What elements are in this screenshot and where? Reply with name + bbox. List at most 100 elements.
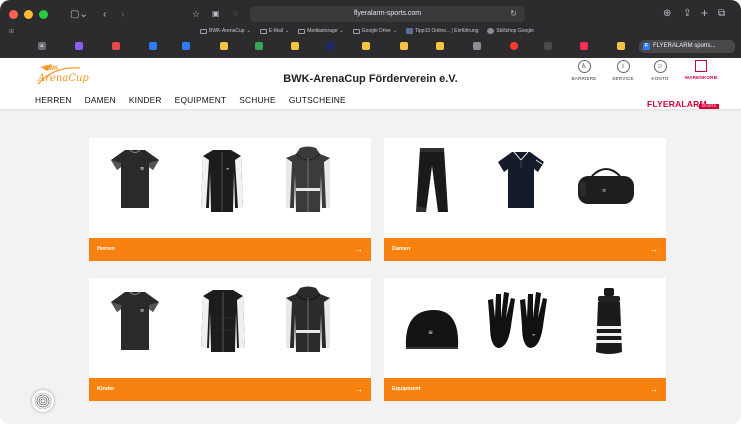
cart-label: WARENKORB: [684, 75, 718, 80]
tab-favicon-icon[interactable]: [473, 42, 481, 50]
tab-favicon-icon[interactable]: [544, 42, 552, 50]
share-icon[interactable]: ⇪: [683, 8, 691, 20]
nav-item-damen[interactable]: DAMEN: [85, 95, 116, 105]
flyeralarm-logo[interactable]: FLYERALARM SPORTS: [647, 94, 719, 112]
extension-icon[interactable]: ◌: [233, 8, 238, 20]
logo-top-text: BWK: [44, 66, 59, 72]
track-jacket-image: ≡: [201, 150, 243, 212]
category-grid: ≡ ≡ Herren → ≡ Damen → ≡ Kinder → ≡ ≡ Eq…: [0, 111, 741, 424]
tab-favicon-icon[interactable]: [182, 42, 190, 50]
hoodie-jacket-image: [286, 146, 330, 212]
accessibility-button[interactable]: ♿ BARRIERE: [564, 60, 604, 81]
close-window-button[interactable]: [9, 10, 18, 19]
accessibility-icon: ♿: [577, 60, 591, 73]
chevron-down-icon: ⌄: [246, 28, 251, 34]
reader-icon[interactable]: ▣: [212, 8, 220, 20]
bookmark-folder[interactable]: E-Mail ⌄: [259, 26, 290, 36]
url-text: flyeralarm-sports.com: [353, 10, 422, 17]
nav-item-schuhe[interactable]: SCHUHE: [239, 95, 276, 105]
tab-favicon-icon[interactable]: [580, 42, 588, 50]
tab-favicon-icon[interactable]: [436, 42, 444, 50]
category-card-kinder[interactable]: ≡ Kinder →: [89, 278, 371, 401]
category-bar[interactable]: Herren →: [89, 238, 371, 261]
category-bar[interactable]: Equipment →: [384, 378, 666, 401]
bookmark-folder[interactable]: BWK-ArenaCup ⌄: [200, 26, 251, 36]
zoom-window-button[interactable]: [39, 10, 48, 19]
brand-sub: SPORTS: [698, 104, 719, 109]
product-images: ≡: [384, 138, 666, 238]
tab-favicon-icon[interactable]: [75, 42, 83, 50]
bookmark-link[interactable]: Tipp10 Online... | Einführung: [406, 26, 478, 36]
window-controls: [9, 10, 48, 19]
tab-favicon-icon[interactable]: [362, 42, 370, 50]
bookmark-label: Tipp10 Online... | Einführung: [415, 28, 479, 34]
nav-item-equipment[interactable]: EQUIPMENT: [175, 95, 227, 105]
sports-bag-image: ≡: [578, 168, 634, 204]
tab-favicon-icon[interactable]: [617, 42, 625, 50]
nav-item-herren[interactable]: HERREN: [35, 95, 72, 105]
active-tab-title: FLYERALARM sports...: [653, 43, 716, 49]
tab-favicon-icon[interactable]: [112, 42, 120, 50]
category-card-damen[interactable]: ≡ Damen →: [384, 138, 666, 261]
bookmark-folder[interactable]: Google Drive ⌄: [352, 26, 397, 36]
account-label: KONTO: [651, 76, 669, 81]
sidebar-toggle-icon[interactable]: ▢⌄: [70, 9, 88, 21]
browser-toolbar: ▢⌄ ‹ › ☆ ▣ ◌ flyeralarm-sports.com ↻ ⊕ ⇪…: [0, 0, 741, 58]
chevron-down-icon: ⌄: [284, 28, 290, 34]
gloves-image: ≡: [488, 292, 547, 348]
nav-item-gutscheine[interactable]: GUTSCHEINE: [289, 95, 346, 105]
forward-icon[interactable]: ›: [121, 9, 124, 21]
category-card-herren[interactable]: ≡ ≡ Herren →: [89, 138, 371, 261]
account-button[interactable]: ☺ KONTO: [640, 60, 680, 81]
folder-icon: [352, 28, 360, 34]
arrow-right-icon: →: [650, 385, 658, 394]
category-label: Kinder: [97, 386, 115, 392]
reload-icon[interactable]: ↻: [510, 6, 517, 22]
folder-icon: [259, 28, 267, 34]
beanie-image: ≡: [405, 310, 459, 349]
bookmark-label: Mediastorage: [307, 28, 338, 34]
tab-favicon-icon[interactable]: [400, 42, 408, 50]
new-tab-icon[interactable]: +: [701, 7, 708, 19]
google-drive-icon[interactable]: [255, 42, 263, 50]
bookmark-link[interactable]: Skillshop Google: [487, 26, 534, 36]
flyeralarm-favicon-icon: F: [643, 43, 650, 50]
chevron-down-icon: ⌄: [339, 28, 344, 34]
bookmarks-grid-icon[interactable]: ⊞: [9, 28, 14, 35]
svg-text:≡: ≡: [140, 308, 144, 314]
category-bar[interactable]: Kinder →: [89, 378, 371, 401]
arrow-right-icon: →: [355, 385, 363, 394]
tab-favicon-icon[interactable]: [326, 42, 334, 50]
browser-window: ▢⌄ ‹ › ☆ ▣ ◌ flyeralarm-sports.com ↻ ⊕ ⇪…: [0, 0, 741, 424]
active-tab[interactable]: F FLYERALARM sports...: [639, 40, 735, 53]
favorite-star-icon[interactable]: ☆: [192, 8, 200, 20]
tab-favicon-icon[interactable]: [220, 42, 228, 50]
product-images: ≡ ≡: [89, 138, 371, 238]
svg-text:≡: ≡: [140, 166, 144, 172]
downloads-icon[interactable]: ⊕: [663, 8, 671, 20]
water-bottle-image: [596, 288, 622, 354]
arrow-right-icon: →: [650, 245, 658, 254]
accessibility-label: BARRIERE: [571, 76, 597, 81]
category-label: Damen: [392, 246, 411, 252]
tab-overview-icon[interactable]: ⧉: [718, 8, 725, 20]
fingerprint-accessibility-button[interactable]: [32, 390, 54, 412]
category-card-equipment[interactable]: ≡ ≡ Equipment →: [384, 278, 666, 401]
address-bar[interactable]: flyeralarm-sports.com ↻: [250, 6, 525, 22]
site-header: BWK ArenaCup BWK-ArenaCup Förderverein e…: [0, 58, 741, 110]
t-shirt-image: ≡: [111, 149, 159, 208]
tab-favicon-icon[interactable]: D: [38, 42, 46, 50]
padded-jacket-image: [201, 290, 245, 352]
bookmark-label: Skillshop Google: [496, 28, 534, 34]
folder-icon: [200, 28, 207, 34]
tab-favicon-icon[interactable]: [291, 42, 299, 50]
tab-favicon-icon[interactable]: [149, 42, 157, 50]
cart-button[interactable]: WARENKORB: [681, 60, 721, 80]
category-bar[interactable]: Damen →: [384, 238, 666, 261]
back-icon[interactable]: ‹: [103, 9, 106, 21]
service-button[interactable]: i SERVICE: [603, 60, 643, 81]
bookmark-folder[interactable]: Mediastorage ⌄: [298, 26, 344, 36]
youtube-icon[interactable]: [510, 42, 518, 50]
nav-item-kinder[interactable]: KINDER: [129, 95, 162, 105]
minimize-window-button[interactable]: [24, 10, 33, 19]
